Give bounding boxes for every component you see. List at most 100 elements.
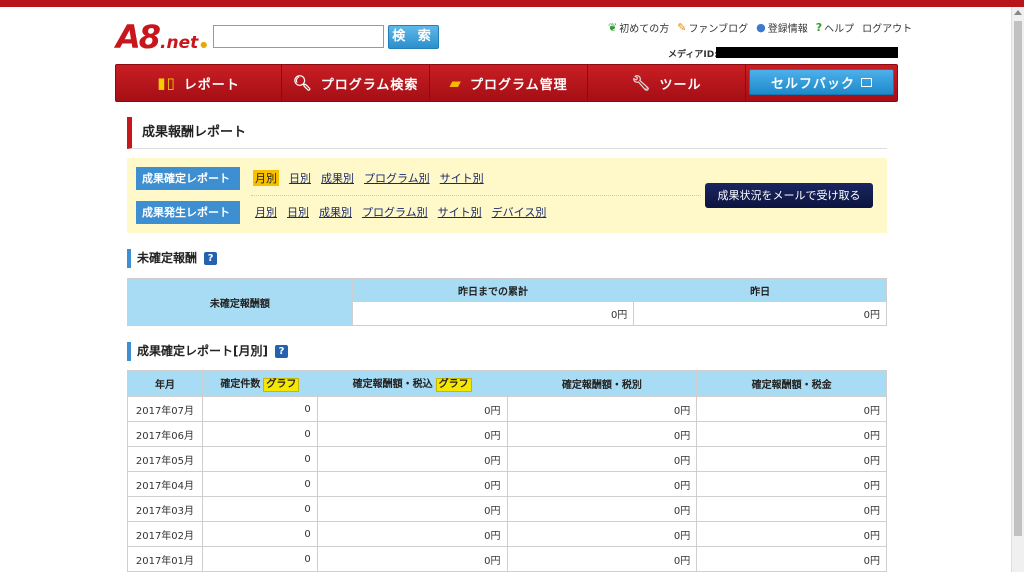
new-window-icon: [861, 77, 872, 87]
bar-chart-icon: ▮▯: [157, 74, 176, 92]
cell-ym: 2017年05月: [127, 446, 203, 472]
table-row: 2017年06月 0 0円 0円 0円: [127, 421, 887, 447]
link-fan-blog[interactable]: ✎ ファンブログ: [677, 20, 748, 35]
search-button[interactable]: 検 索: [388, 25, 439, 49]
link-first-time[interactable]: ❦ 初めての方: [608, 20, 669, 35]
cell-tax-ex: 0円: [506, 546, 698, 572]
cell-tax: 0円: [696, 421, 887, 447]
nav-label: セルフバック: [770, 76, 855, 92]
col-yesterday: 昨日: [633, 278, 887, 302]
logo-a8-text: A8: [116, 18, 161, 56]
cell-count: 0: [201, 446, 318, 472]
occurred-link-by-site[interactable]: サイト別: [438, 204, 482, 220]
cell-count: 0: [201, 421, 318, 447]
monthly-section-heading: 成果確定レポート[月別] ?: [127, 342, 288, 361]
nav-tool[interactable]: 🔧︎ ツール: [588, 65, 746, 101]
nav-label: プログラム管理: [469, 77, 568, 93]
scroll-up-arrow-icon[interactable]: [1014, 10, 1022, 15]
cell-ym: 2017年01月: [127, 546, 203, 572]
link-label: ログアウト: [862, 24, 913, 35]
unconfirmed-row-header: 未確定報酬額: [127, 278, 353, 326]
count-graph-button[interactable]: グラフ: [263, 378, 300, 392]
confirmed-link-by-site[interactable]: サイト別: [440, 170, 484, 186]
occurred-link-by-device[interactable]: デバイス別: [492, 204, 547, 220]
link-logout[interactable]: ログアウト: [862, 20, 912, 35]
cell-ym: 2017年06月: [127, 421, 203, 447]
cell-tax: 0円: [696, 446, 887, 472]
page-title: 成果報酬レポート: [127, 117, 887, 149]
report-filter-box: 成果確定レポート 月別 日別 成果別 プログラム別 サイト別 成果発生レポート …: [127, 158, 887, 233]
col-year-month: 年月: [127, 370, 203, 397]
cell-tax-in: 0円: [316, 546, 508, 572]
header-links: ❦ 初めての方 ✎ ファンブログ ● 登録情報 ? ヘルプ ログアウト: [608, 20, 920, 35]
yesterday-value: 0円: [633, 301, 887, 326]
top-accent-bar: [0, 0, 1024, 7]
confirmed-link-monthly[interactable]: 月別: [253, 170, 279, 186]
col-cumulative: 昨日までの累計: [351, 278, 635, 302]
table-row: 2017年04月 0 0円 0円 0円: [127, 471, 887, 497]
logo-net-text: .net: [160, 33, 199, 53]
unconfirmed-table: 未確定報酬額 昨日までの累計 昨日 0円 0円: [127, 278, 887, 326]
nav-selfback-button[interactable]: セルフバック: [749, 69, 894, 95]
link-registration-info[interactable]: ● 登録情報: [756, 20, 808, 35]
cell-tax-ex: 0円: [506, 446, 698, 472]
col-tax-in-label: 確定報酬額・税込: [352, 379, 433, 390]
link-help[interactable]: ? ヘルプ: [816, 20, 854, 35]
col-tax: 確定報酬額・税金: [696, 370, 887, 397]
cell-tax-ex: 0円: [506, 396, 698, 422]
col-count: 確定件数 グラフ: [201, 370, 318, 397]
a8net-logo[interactable]: A8 .net ●: [116, 18, 208, 56]
link-label: ファンブログ: [688, 24, 749, 35]
help-question-icon[interactable]: ?: [274, 345, 288, 358]
occurred-link-daily[interactable]: 日別: [287, 204, 309, 220]
scrollbar-thumb[interactable]: [1014, 21, 1022, 536]
nav-report[interactable]: ▮▯ レポート: [116, 65, 282, 101]
tax-in-graph-button[interactable]: グラフ: [435, 378, 472, 392]
nav-program-manage[interactable]: ▰ プログラム管理: [430, 65, 588, 101]
cell-tax-in: 0円: [316, 496, 508, 522]
occurred-link-by-program[interactable]: プログラム別: [362, 204, 428, 220]
vertical-scrollbar[interactable]: [1011, 7, 1024, 572]
help-question-icon[interactable]: ?: [204, 252, 218, 265]
confirmed-link-by-program[interactable]: プログラム別: [364, 170, 430, 186]
cell-count: 0: [201, 471, 318, 497]
table-row: 2017年02月 0 0円 0円 0円: [127, 521, 887, 547]
logo-star-icon: ●: [200, 40, 208, 49]
cell-ym: 2017年02月: [127, 521, 203, 547]
occurred-report-links: 月別 日別 成果別 プログラム別 サイト別 デバイス別: [255, 204, 556, 220]
occurred-link-monthly[interactable]: 月別: [255, 204, 277, 220]
table-row: 2017年01月 0 0円 0円 0円: [127, 546, 887, 572]
cell-tax: 0円: [696, 546, 887, 572]
cumulative-value: 0円: [351, 301, 635, 326]
confirmed-link-by-result[interactable]: 成果別: [321, 170, 354, 186]
cell-tax-ex: 0円: [506, 471, 698, 497]
cell-ym: 2017年03月: [127, 496, 203, 522]
cell-count: 0: [201, 396, 318, 422]
cell-tax-ex: 0円: [506, 496, 698, 522]
magnifier-icon: 🔍︎: [292, 74, 313, 92]
user-icon: ●: [756, 20, 766, 34]
col-tax-in: 確定報酬額・税込 グラフ: [316, 370, 508, 397]
confirmed-report-tab[interactable]: 成果確定レポート: [136, 167, 240, 190]
table-row: 2017年07月 0 0円 0円 0円: [127, 396, 887, 422]
table-row: 2017年05月 0 0円 0円 0円: [127, 446, 887, 472]
nav-label: ツール: [659, 77, 702, 93]
cell-tax-in: 0円: [316, 446, 508, 472]
nav-program-search[interactable]: 🔍︎ プログラム検索: [282, 65, 430, 101]
col-tax-ex: 確定報酬額・税別: [506, 370, 698, 397]
occurred-link-by-result[interactable]: 成果別: [319, 204, 352, 220]
cell-tax: 0円: [696, 471, 887, 497]
cell-tax: 0円: [696, 496, 887, 522]
cell-tax-ex: 0円: [506, 421, 698, 447]
cell-tax-in: 0円: [316, 396, 508, 422]
cell-ym: 2017年04月: [127, 471, 203, 497]
search-input[interactable]: [213, 25, 384, 48]
cell-tax-in: 0円: [316, 471, 508, 497]
leaf-icon: ❦: [608, 20, 618, 34]
email-status-button[interactable]: 成果状況をメールで受け取る: [705, 183, 873, 208]
folder-icon: ▰: [449, 74, 462, 92]
occurred-report-tab[interactable]: 成果発生レポート: [136, 201, 240, 224]
confirmed-link-daily[interactable]: 日別: [289, 170, 311, 186]
unconfirmed-section-heading: 未確定報酬 ?: [127, 249, 218, 268]
help-icon: ?: [815, 20, 823, 34]
